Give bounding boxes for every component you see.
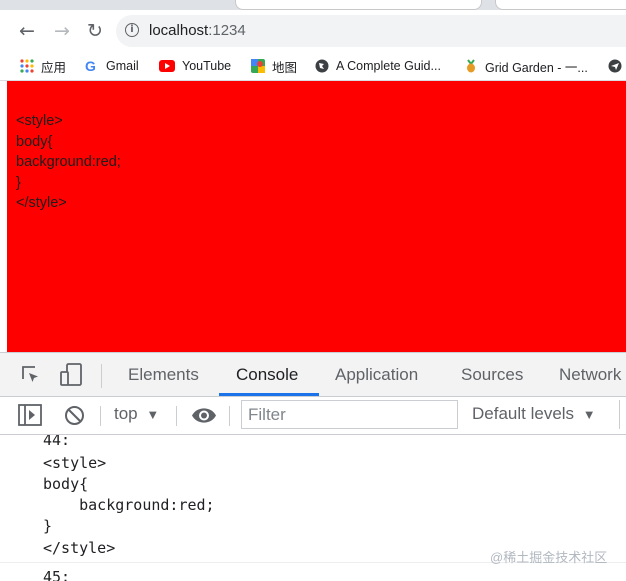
filter-field[interactable] — [241, 400, 458, 429]
clear-console-icon[interactable] — [64, 405, 85, 426]
browser-tab-active[interactable] — [235, 0, 482, 10]
apps-grid-icon — [20, 59, 34, 73]
tab-application[interactable]: Application — [335, 365, 418, 385]
forward-button[interactable]: → — [49, 18, 75, 44]
forward-arrow-icon: → — [54, 20, 70, 42]
console-line: background:red; — [43, 496, 215, 514]
console-message-label: 45: — [43, 568, 71, 581]
filter-input[interactable] — [242, 401, 457, 428]
sidebar-toggle-icon[interactable] — [18, 404, 42, 426]
maps-icon — [251, 59, 265, 73]
bookmark-label: A Complete Guid... — [336, 59, 441, 73]
page-line: background:red; — [16, 154, 121, 170]
separator — [176, 406, 177, 426]
separator — [229, 406, 230, 426]
dropdown-arrow-icon: ▼ — [582, 407, 596, 422]
console-line: body{ — [43, 475, 89, 493]
bookmark-css-tricks[interactable]: A Complete Guid... — [315, 56, 441, 76]
back-button[interactable]: ← — [14, 18, 40, 44]
url-text: localhost:1234 — [149, 22, 246, 39]
log-levels-label: Default levels — [472, 404, 575, 423]
page-viewport: <style> body{ background:red; } </style> — [7, 81, 626, 352]
send-icon — [608, 59, 622, 73]
tab-elements[interactable]: Elements — [128, 365, 199, 385]
console-output: 44: <style> body{ background:red; } </st… — [0, 435, 626, 581]
browser-tab[interactable] — [495, 0, 626, 10]
devtools-tabbar: Elements Console Application Sources Net… — [0, 352, 626, 397]
tab-console[interactable]: Console — [236, 365, 298, 385]
bookmark-label: Grid Garden - 一... — [485, 60, 588, 75]
carrot-icon — [467, 59, 475, 73]
page-line: <style> — [16, 113, 63, 129]
back-arrow-icon: ← — [19, 20, 35, 42]
page-line: </style> — [16, 195, 67, 211]
info-icon[interactable]: i — [125, 23, 139, 37]
separator — [100, 406, 101, 426]
bookmarks-bar: 应用 G Gmail YouTube 地图 A Complete Guid... — [0, 52, 626, 81]
google-icon: G — [85, 58, 96, 74]
tab-network[interactable]: Network — [559, 365, 621, 385]
tab-sources[interactable]: Sources — [461, 365, 523, 385]
bookmark-apps[interactable]: 应用 — [20, 56, 66, 76]
page-line: } — [16, 174, 21, 191]
browser-toolbar: ← → ↻ i localhost:1234 — [0, 10, 626, 52]
bookmark-label: YouTube — [182, 59, 232, 73]
watermark-text: @稀土掘金技术社区 — [490, 550, 608, 565]
bookmark-youtube[interactable]: YouTube — [159, 56, 231, 76]
bookmark-grid-garden[interactable]: Grid Garden - 一... — [464, 56, 588, 76]
active-tab-indicator — [219, 393, 319, 396]
console-message-label: 44: — [43, 435, 71, 449]
address-bar[interactable]: i localhost:1234 — [116, 15, 626, 47]
url-port: :1234 — [208, 22, 246, 39]
live-expression-eye-icon[interactable] — [191, 407, 217, 424]
bookmark-gmail[interactable]: G Gmail — [85, 56, 139, 76]
separator — [619, 400, 620, 429]
reload-button[interactable]: ↻ — [82, 18, 108, 44]
bookmark-label: 应用 — [41, 60, 67, 75]
console-line: } — [43, 517, 53, 535]
reload-icon: ↻ — [87, 20, 103, 42]
console-line: </style> — [43, 539, 116, 557]
bookmark-maps[interactable]: 地图 — [251, 56, 297, 76]
log-levels-dropdown[interactable]: Default levels ▼ — [472, 404, 596, 424]
globe-icon — [315, 59, 329, 73]
console-line: <style> — [43, 454, 107, 472]
bookmark-label: Gmail — [106, 59, 139, 73]
tab-strip — [0, 0, 626, 10]
dropdown-arrow-icon: ▼ — [146, 407, 160, 422]
inspect-element-icon[interactable] — [20, 364, 42, 386]
url-host: localhost — [149, 22, 209, 39]
context-value: top — [114, 404, 138, 423]
bookmark-more[interactable] — [608, 56, 626, 76]
context-selector[interactable]: top ▼ — [114, 404, 159, 424]
device-toolbar-icon[interactable] — [58, 363, 84, 387]
console-toolbar: top ▼ Default levels ▼ — [0, 397, 626, 435]
bookmark-label: 地图 — [272, 60, 298, 75]
page-line: body{ — [16, 133, 53, 150]
separator — [101, 364, 102, 388]
page-text: <style> body{ background:red; } </style> — [16, 111, 121, 214]
youtube-icon — [159, 60, 175, 72]
